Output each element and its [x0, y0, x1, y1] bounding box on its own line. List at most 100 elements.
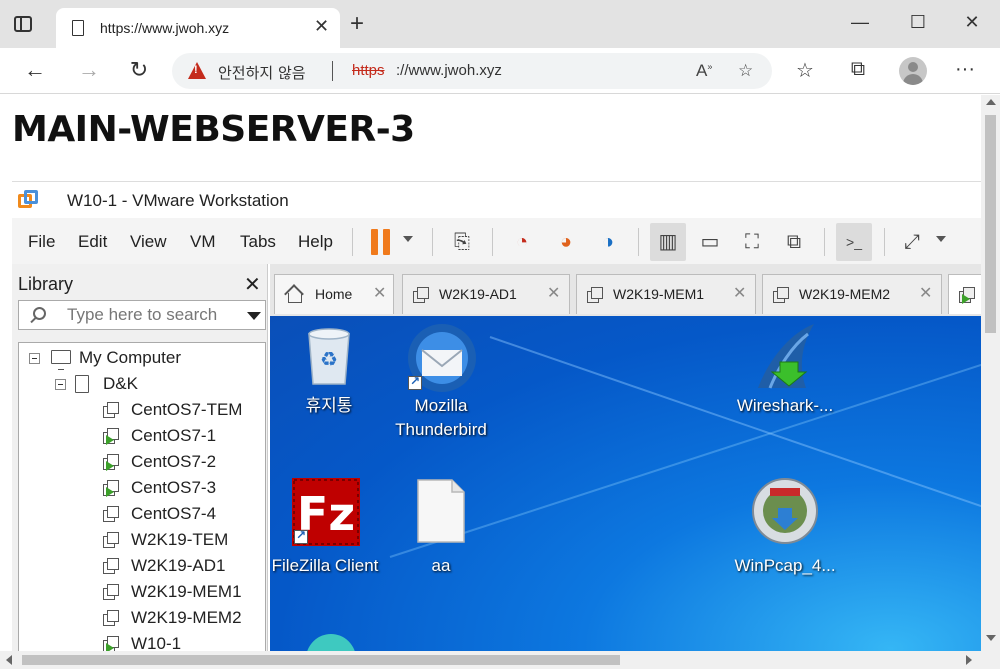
pause-dropdown-icon[interactable] — [403, 236, 413, 242]
desktop-icon-aa[interactable]: aa — [386, 476, 496, 586]
revert-snapshot-icon[interactable]: ◕ — [552, 228, 580, 256]
vm-icon — [773, 287, 790, 304]
vertical-scroll-thumb[interactable] — [985, 115, 996, 333]
library-close-icon[interactable]: ✕ — [244, 272, 261, 297]
horizontal-scroll-thumb[interactable] — [22, 655, 620, 665]
desktop-icon-recycle-bin[interactable]: ♻ 휴지통 — [274, 324, 384, 434]
tree-item[interactable]: CentOS7-3 — [19, 477, 265, 501]
thumbnail-bar-icon[interactable]: ▭ — [696, 228, 724, 256]
partial-desktop-icon[interactable] — [306, 634, 356, 651]
library-search-input[interactable] — [67, 305, 237, 325]
tab-w10-1[interactable] — [948, 274, 981, 314]
tab-label: W2K19-MEM2 — [799, 286, 891, 302]
desktop-icon-label: Wireshark-... — [736, 396, 834, 415]
tree-item[interactable]: W2K19-AD1 — [19, 555, 265, 579]
toolbar-separator — [884, 228, 885, 256]
url-text: ://www.jwoh.xyz — [396, 62, 502, 79]
vmware-menubar: File Edit View VM Tabs Help ⎘ ◔ ◕ ◑ ▥ ▭ … — [12, 218, 981, 264]
collapse-toggle-icon[interactable] — [29, 353, 40, 364]
tab-actions-icon[interactable] — [14, 16, 32, 32]
tree-item[interactable]: CentOS7-TEM — [19, 399, 265, 423]
stretch-guest-icon[interactable]: ⤢ — [898, 228, 926, 256]
close-tab-icon[interactable]: ✕ — [314, 16, 329, 37]
running-vm-icon — [103, 636, 120, 651]
tree-item[interactable]: W10-1 — [19, 633, 265, 651]
browser-tabstrip: https://www.jwoh.xyz ✕ + — ☐ ✕ — [0, 0, 1000, 48]
address-bar[interactable]: ! 안전하지 않음 https ://www.jwoh.xyz A» ☆ — [172, 53, 772, 89]
tree-item[interactable]: D&K — [19, 373, 265, 397]
guest-desktop[interactable]: ♻ 휴지통 Mozilla Thunderbird — [270, 316, 981, 651]
desktop-icon-wireshark[interactable]: Wireshark-... — [730, 324, 840, 434]
warning-mark: ! — [194, 64, 198, 76]
close-icon[interactable]: ✕ — [733, 283, 746, 303]
pause-icon[interactable] — [371, 229, 391, 255]
shortcut-arrow-icon — [294, 528, 308, 544]
scroll-up-icon[interactable] — [986, 99, 996, 105]
stretch-dropdown-icon[interactable] — [936, 236, 946, 242]
menu-file[interactable]: File — [28, 232, 55, 252]
tree-item[interactable]: W2K19-MEM2 — [19, 607, 265, 631]
full-screen-icon[interactable]: ⛶ — [738, 228, 766, 256]
read-aloud-icon[interactable]: A» — [696, 61, 712, 81]
tab-home[interactable]: Home ✕ — [274, 274, 394, 314]
more-menu-button[interactable]: ··· — [952, 58, 978, 81]
maximize-button[interactable]: ☐ — [906, 12, 930, 33]
back-button[interactable]: ← — [22, 58, 48, 82]
scroll-left-icon[interactable] — [6, 655, 12, 665]
tab-w2k19-mem2[interactable]: W2K19-MEM2 ✕ — [762, 274, 942, 314]
console-view-icon[interactable]: >_ — [840, 228, 868, 256]
forward-button[interactable]: → — [76, 58, 102, 82]
collapse-toggle-icon[interactable] — [55, 379, 66, 390]
tree-item[interactable]: My Computer — [19, 347, 265, 371]
profile-avatar[interactable] — [899, 57, 927, 85]
tab-w2k19-mem1[interactable]: W2K19-MEM1 ✕ — [576, 274, 756, 314]
browser-tab[interactable]: https://www.jwoh.xyz ✕ — [56, 8, 340, 48]
toolbar-separator — [492, 228, 493, 256]
new-tab-button[interactable]: + — [350, 12, 364, 36]
tree-item[interactable]: W2K19-MEM1 — [19, 581, 265, 605]
desktop-icon-filezilla[interactable]: Fz FileZilla Client — [270, 476, 380, 606]
menu-help[interactable]: Help — [298, 232, 333, 252]
tree-item-label: W2K19-TEM — [131, 530, 229, 549]
tree-item[interactable]: CentOS7-2 — [19, 451, 265, 475]
tree-item[interactable]: W2K19-TEM — [19, 529, 265, 553]
tab-title: https://www.jwoh.xyz — [100, 20, 230, 36]
scroll-right-icon[interactable] — [966, 655, 972, 665]
menu-vm[interactable]: VM — [190, 232, 216, 252]
close-icon[interactable]: ✕ — [547, 283, 560, 303]
send-ctrl-alt-del-icon[interactable]: ⎘ — [448, 228, 476, 256]
running-vm-icon — [103, 428, 120, 445]
vm-icon — [103, 506, 120, 523]
tree-item[interactable]: CentOS7-1 — [19, 425, 265, 449]
close-icon[interactable]: ✕ — [919, 283, 932, 303]
reload-button[interactable]: ↻ — [126, 58, 152, 82]
chevron-down-icon[interactable] — [247, 312, 261, 320]
show-library-icon[interactable]: ▥ — [654, 228, 682, 256]
add-favorite-icon[interactable]: ☆ — [738, 61, 753, 81]
winpcap-icon — [752, 478, 818, 544]
unity-icon[interactable]: ⧉ — [780, 228, 808, 256]
not-secure-label[interactable]: 안전하지 않음 — [218, 62, 306, 83]
take-snapshot-icon[interactable]: ◔ — [508, 228, 536, 256]
desktop-icon-label: WinPcap_4... — [734, 556, 836, 575]
desktop-icon-thunderbird[interactable]: Mozilla Thunderbird — [386, 324, 496, 454]
scroll-down-icon[interactable] — [986, 635, 996, 641]
web-page: MAIN-WEBSERVER-3 W10-1 - VMware Workstat… — [0, 95, 981, 651]
horizontal-scrollbar[interactable] — [0, 651, 1000, 669]
desktop-icon-winpcap[interactable]: WinPcap_4... — [730, 476, 840, 586]
snapshot-manager-icon[interactable]: ◑ — [594, 228, 622, 256]
tree-item-label: W2K19-AD1 — [131, 556, 226, 575]
close-icon[interactable]: ✕ — [373, 283, 386, 303]
favorites-icon[interactable]: ☆ — [792, 58, 818, 83]
library-search[interactable] — [18, 300, 266, 330]
tree-item[interactable]: CentOS7-4 — [19, 503, 265, 527]
menu-view[interactable]: View — [130, 232, 167, 252]
vertical-scrollbar[interactable] — [981, 95, 1000, 651]
close-window-button[interactable]: ✕ — [960, 12, 984, 33]
menu-edit[interactable]: Edit — [78, 232, 107, 252]
tab-w2k19-ad1[interactable]: W2K19-AD1 ✕ — [402, 274, 570, 314]
collections-icon[interactable]: ⧉ — [845, 58, 871, 81]
menu-tabs[interactable]: Tabs — [240, 232, 276, 252]
computer-icon — [51, 350, 71, 370]
minimize-button[interactable]: — — [848, 12, 872, 33]
